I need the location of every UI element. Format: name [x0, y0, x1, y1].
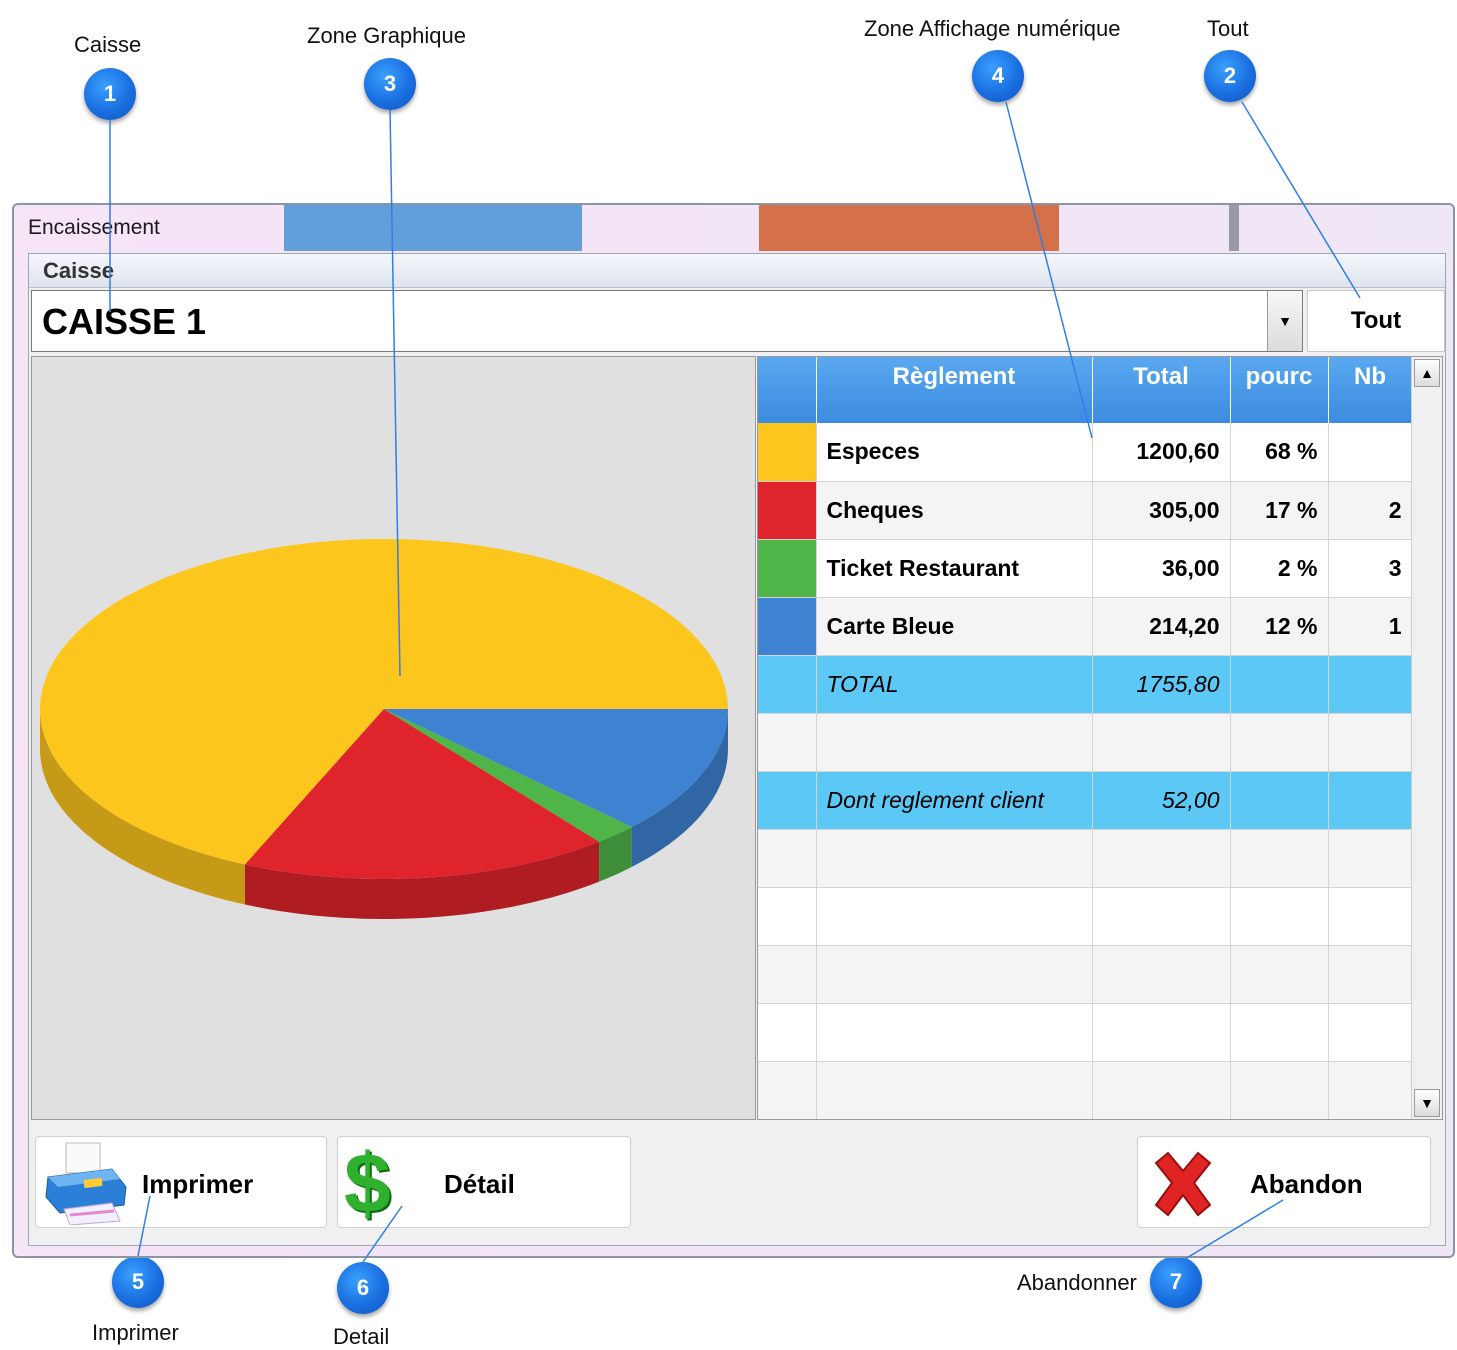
callout-label-zone-affichage: Zone Affichage numérique [864, 16, 1121, 41]
scroll-down-icon[interactable]: ▼ [1414, 1089, 1440, 1117]
row-label: Ticket Restaurant [816, 539, 1093, 598]
empty-row [758, 829, 1413, 888]
total-value: 1755,80 [1092, 655, 1231, 714]
cancel-button[interactable]: Abandon [1137, 1136, 1431, 1228]
dollar-icon: $ [344, 1136, 391, 1230]
row-label: Cheques [816, 481, 1093, 540]
client-value: 52,00 [1092, 771, 1231, 830]
header-total[interactable]: Total [1092, 357, 1231, 423]
cancel-button-label: Abandon [1250, 1169, 1363, 1199]
table-row[interactable]: Ticket Restaurant 36,00 2 % 3 [758, 539, 1413, 598]
group-label-caisse: Caisse [29, 254, 1445, 288]
printer-icon [45, 1142, 127, 1225]
row-nb [1328, 423, 1413, 482]
register-select-value: CAISSE 1 [42, 301, 207, 342]
window-titlebar: Encaissement [14, 205, 1453, 251]
grid-scrollbar[interactable]: ▲ ▼ [1411, 357, 1442, 1119]
row-total: 214,20 [1092, 597, 1231, 656]
callout-label-tout: Tout [1207, 16, 1249, 41]
header-swatch [758, 357, 817, 423]
client-empty-cell [1230, 771, 1329, 830]
row-total: 305,00 [1092, 481, 1231, 540]
callout-badge-1: 1 [84, 68, 136, 120]
total-swatch [758, 655, 817, 714]
table-row[interactable]: Cheques 305,00 17 % 2 [758, 481, 1413, 540]
empty-row [758, 1061, 1413, 1119]
row-label: Carte Bleue [816, 597, 1093, 656]
color-swatch-carte-bleue [758, 597, 817, 656]
total-empty-cell [1328, 655, 1413, 714]
client-payment-row[interactable]: Dont reglement client 52,00 [758, 771, 1413, 830]
print-button-label: Imprimer [142, 1169, 254, 1199]
callout-label-abandonner: Abandonner [1017, 1270, 1137, 1295]
window-title: Encaissement [28, 216, 160, 239]
total-empty-cell [1230, 655, 1329, 714]
row-nb: 1 [1328, 597, 1413, 656]
callout-badge-7: 7 [1150, 1256, 1202, 1308]
row-total: 36,00 [1092, 539, 1231, 598]
all-button[interactable]: Tout [1307, 290, 1445, 352]
empty-row [758, 945, 1413, 1004]
row-pct: 17 % [1230, 481, 1329, 540]
callout-badge-2: 2 [1204, 50, 1256, 102]
encaissement-window: Encaissement Caisse CAISSE 1 ▼ Tout Règl… [12, 203, 1455, 1258]
register-select[interactable]: CAISSE 1 ▼ [31, 290, 1303, 352]
header-reglement[interactable]: Règlement [816, 357, 1093, 423]
callout-badge-4: 4 [972, 50, 1024, 102]
red-x-icon [1154, 1151, 1212, 1217]
empty-row [758, 713, 1413, 772]
row-label: Especes [816, 423, 1093, 482]
header-nb[interactable]: Nb [1328, 357, 1413, 423]
callout-badge-5: 5 [112, 1256, 164, 1308]
empty-row [758, 887, 1413, 946]
payments-table: Règlement Total pourc Nb Especes 1200,60… [758, 357, 1413, 1119]
client-swatch [758, 771, 817, 830]
row-pct: 12 % [1230, 597, 1329, 656]
color-swatch-ticket-restaurant [758, 539, 817, 598]
table-row[interactable]: Carte Bleue 214,20 12 % 1 [758, 597, 1413, 656]
callout-label-caisse: Caisse [74, 32, 142, 57]
print-button[interactable]: Imprimer [35, 1136, 327, 1228]
row-nb: 2 [1328, 481, 1413, 540]
row-total: 1200,60 [1092, 423, 1231, 482]
table-row[interactable]: Especes 1200,60 68 % [758, 423, 1413, 482]
empty-row [758, 1003, 1413, 1062]
color-swatch-especes [758, 423, 817, 482]
row-pct: 68 % [1230, 423, 1329, 482]
table-header-row: Règlement Total pourc Nb [758, 357, 1413, 423]
total-row[interactable]: TOTAL 1755,80 [758, 655, 1413, 714]
header-pourc[interactable]: pourc [1230, 357, 1329, 423]
detail-button-label: Détail [444, 1169, 515, 1199]
scroll-up-icon[interactable]: ▲ [1414, 359, 1440, 387]
callout-label-detail: Detail [333, 1324, 390, 1349]
row-pct: 2 % [1230, 539, 1329, 598]
color-swatch-cheques [758, 481, 817, 540]
callout-label-imprimer: Imprimer [92, 1320, 179, 1345]
total-label: TOTAL [816, 655, 1093, 714]
pie-chart [40, 539, 729, 919]
callout-badge-6: 6 [337, 1262, 389, 1314]
caisse-group: Caisse CAISSE 1 ▼ Tout Règlement Total p… [28, 253, 1446, 1246]
chart-zone [31, 356, 756, 1120]
payments-grid: Règlement Total pourc Nb Especes 1200,60… [757, 356, 1443, 1120]
row-nb: 3 [1328, 539, 1413, 598]
callout-badge-3: 3 [364, 58, 416, 110]
callout-label-zone-graphique: Zone Graphique [307, 23, 466, 48]
detail-button[interactable]: $ Détail [337, 1136, 631, 1230]
chevron-down-icon[interactable]: ▼ [1267, 291, 1302, 351]
client-label: Dont reglement client [816, 771, 1093, 830]
client-empty-cell [1328, 771, 1413, 830]
